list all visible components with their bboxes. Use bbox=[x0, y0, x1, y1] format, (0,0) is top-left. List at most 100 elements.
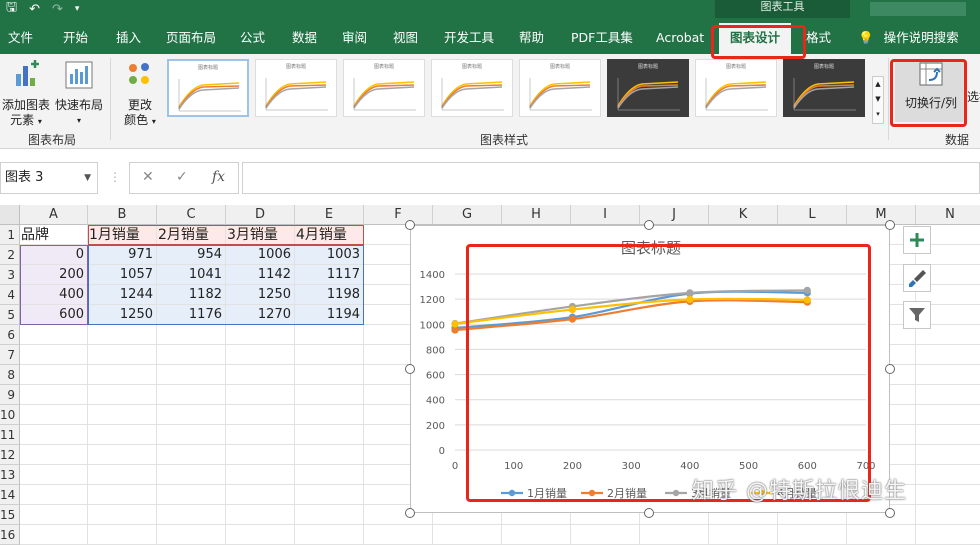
cell[interactable] bbox=[157, 405, 226, 425]
cell[interactable] bbox=[157, 485, 226, 505]
cell[interactable] bbox=[226, 445, 295, 465]
column-header[interactable]: H bbox=[502, 205, 571, 225]
row-header[interactable]: 14 bbox=[0, 485, 20, 505]
cell[interactable] bbox=[433, 525, 502, 545]
cell[interactable] bbox=[847, 525, 916, 545]
cell[interactable] bbox=[502, 525, 571, 545]
cell[interactable] bbox=[916, 445, 980, 465]
cell[interactable] bbox=[226, 325, 295, 345]
cell[interactable]: 0 bbox=[20, 245, 88, 265]
tab-chart-design[interactable]: 图表设计 bbox=[719, 23, 791, 54]
cell[interactable] bbox=[20, 485, 88, 505]
cell[interactable] bbox=[295, 345, 364, 365]
cell[interactable] bbox=[778, 525, 847, 545]
add-chart-element-button[interactable]: 添加图表 元素 ▾ bbox=[2, 60, 50, 129]
cell[interactable]: 1244 bbox=[88, 285, 157, 305]
cell[interactable] bbox=[88, 485, 157, 505]
quick-layout-button[interactable]: 快速布局 ▾ bbox=[54, 60, 104, 128]
resize-handle[interactable] bbox=[885, 508, 895, 518]
change-colors-button[interactable]: 更改 颜色 ▾ bbox=[118, 60, 162, 129]
cell[interactable] bbox=[88, 345, 157, 365]
cancel-icon[interactable]: ✕ bbox=[142, 169, 154, 185]
resize-handle[interactable] bbox=[885, 220, 895, 230]
column-header[interactable]: I bbox=[571, 205, 640, 225]
column-header[interactable]: K bbox=[709, 205, 778, 225]
cell[interactable] bbox=[157, 445, 226, 465]
enter-icon[interactable]: ✓ bbox=[176, 169, 188, 185]
cell[interactable] bbox=[88, 385, 157, 405]
cell[interactable] bbox=[226, 345, 295, 365]
column-header[interactable]: B bbox=[88, 205, 157, 225]
cell[interactable] bbox=[20, 365, 88, 385]
row-header[interactable]: 5 bbox=[0, 305, 20, 325]
row-header[interactable]: 15 bbox=[0, 505, 20, 525]
drag-handle-icon[interactable]: ⋮ bbox=[109, 170, 121, 184]
cell[interactable] bbox=[20, 385, 88, 405]
cell[interactable] bbox=[157, 385, 226, 405]
cell[interactable] bbox=[916, 525, 980, 545]
cell[interactable] bbox=[226, 525, 295, 545]
chart-elements-button[interactable] bbox=[903, 226, 931, 254]
chart-style-thumb[interactable]: 图表标题 bbox=[255, 59, 337, 117]
cell[interactable]: 200 bbox=[20, 265, 88, 285]
chart-filters-button[interactable] bbox=[903, 301, 931, 329]
tell-me-search[interactable]: 💡 操作说明搜索 bbox=[858, 18, 959, 54]
customize-qat-icon[interactable]: ▾ bbox=[75, 4, 80, 14]
cell[interactable] bbox=[20, 345, 88, 365]
cell[interactable]: 2月销量 bbox=[157, 225, 226, 245]
cell[interactable]: 4月销量 bbox=[295, 225, 364, 245]
chart-style-thumb[interactable]: 图表标题 bbox=[431, 59, 513, 117]
resize-handle[interactable] bbox=[644, 220, 654, 230]
name-box[interactable]: 图表 3 ▼ bbox=[0, 162, 98, 194]
row-header[interactable]: 6 bbox=[0, 325, 20, 345]
cell[interactable] bbox=[295, 385, 364, 405]
save-icon[interactable]: 🖫 bbox=[6, 0, 17, 20]
cell[interactable]: 1006 bbox=[226, 245, 295, 265]
column-header[interactable]: G bbox=[433, 205, 502, 225]
cell[interactable] bbox=[295, 525, 364, 545]
column-header[interactable]: N bbox=[916, 205, 980, 225]
cell[interactable]: 1182 bbox=[157, 285, 226, 305]
chart-style-thumb[interactable]: 图表标题 bbox=[167, 59, 249, 117]
row-header[interactable]: 13 bbox=[0, 465, 20, 485]
cell[interactable] bbox=[226, 485, 295, 505]
cell[interactable] bbox=[709, 525, 778, 545]
row-header[interactable]: 16 bbox=[0, 525, 20, 545]
cell[interactable] bbox=[226, 385, 295, 405]
cell[interactable] bbox=[295, 425, 364, 445]
chart-area[interactable]: 图表标题 0 200 400 600 800 1000 1200 1400 0 100 200 300 4… bbox=[410, 225, 890, 513]
cell[interactable]: 1142 bbox=[226, 265, 295, 285]
row-header[interactable]: 7 bbox=[0, 345, 20, 365]
cell[interactable] bbox=[157, 425, 226, 445]
cell[interactable] bbox=[916, 365, 980, 385]
account-area[interactable] bbox=[870, 2, 966, 16]
cell[interactable] bbox=[20, 325, 88, 345]
cell[interactable]: 1117 bbox=[295, 265, 364, 285]
column-header[interactable]: E bbox=[295, 205, 364, 225]
cell[interactable]: 1003 bbox=[295, 245, 364, 265]
resize-handle[interactable] bbox=[405, 364, 415, 374]
cell[interactable]: 1250 bbox=[88, 305, 157, 325]
cell[interactable]: 400 bbox=[20, 285, 88, 305]
cell[interactable]: 1057 bbox=[88, 265, 157, 285]
tab-insert[interactable]: 插入 bbox=[116, 18, 141, 54]
cell[interactable] bbox=[226, 425, 295, 445]
cell[interactable] bbox=[916, 505, 980, 525]
cell[interactable] bbox=[295, 505, 364, 525]
cell[interactable] bbox=[295, 445, 364, 465]
insert-function-icon[interactable]: fx bbox=[212, 169, 225, 185]
cell[interactable] bbox=[364, 525, 433, 545]
tab-formulas[interactable]: 公式 bbox=[240, 18, 265, 54]
row-header[interactable]: 9 bbox=[0, 385, 20, 405]
cell[interactable] bbox=[916, 465, 980, 485]
cell[interactable]: 1月销量 bbox=[88, 225, 157, 245]
cell[interactable] bbox=[226, 405, 295, 425]
row-header[interactable]: 1 bbox=[0, 225, 20, 245]
select-all-corner[interactable] bbox=[0, 205, 20, 225]
cell[interactable] bbox=[157, 325, 226, 345]
row-header[interactable]: 12 bbox=[0, 445, 20, 465]
tab-format[interactable]: 格式 bbox=[806, 18, 831, 54]
column-header[interactable]: M bbox=[847, 205, 916, 225]
column-header[interactable]: F bbox=[364, 205, 433, 225]
cell[interactable]: 品牌 bbox=[20, 225, 88, 245]
